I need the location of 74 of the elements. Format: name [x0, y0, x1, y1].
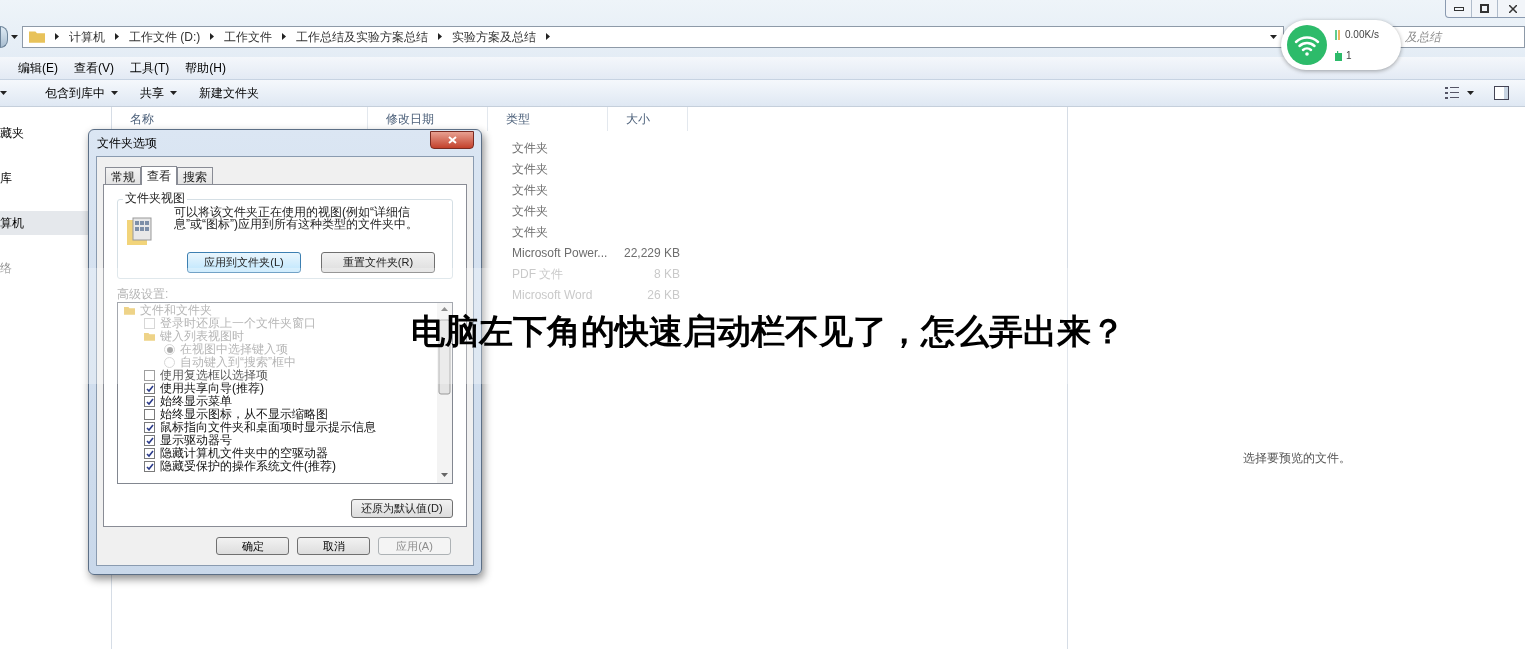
menu-item[interactable]: 查看(V) — [74, 59, 114, 77]
view-caret-icon — [1467, 91, 1474, 95]
chevron-icon — [210, 33, 215, 40]
preview-pane-icon[interactable] — [1494, 86, 1509, 100]
option-label: 鼠标指向文件夹和桌面项时显示提示信息 — [160, 421, 376, 434]
type-cell-text: 文件夹 — [511, 160, 549, 178]
option-label: 隐藏受保护的操作系统文件(推荐) — [160, 460, 336, 473]
wifi-icon — [1287, 25, 1327, 65]
group-title: 文件夹视图 — [123, 191, 187, 205]
preview-message: 选择要预览的文件。 — [1242, 450, 1351, 467]
option-label: 始终显示菜单 — [160, 395, 232, 408]
organize-caret-icon — [0, 91, 7, 95]
chevron-icon — [438, 33, 443, 40]
tab[interactable]: 搜索 — [177, 167, 213, 184]
option-label: 使用复选框以选择项 — [160, 369, 268, 382]
option-label: 键入列表视图时 — [160, 330, 244, 343]
device-icon — [1335, 50, 1342, 61]
back-button[interactable] — [0, 25, 8, 48]
column-header[interactable]: 类型 — [488, 107, 608, 131]
view-list-icon[interactable] — [1445, 87, 1459, 99]
toolbar-button[interactable]: 新建文件夹 — [191, 84, 267, 102]
breadcrumb[interactable]: 工作文件 (D:) — [129, 27, 201, 46]
address-history-caret-icon — [1270, 34, 1277, 39]
breadcrumb[interactable]: 实验方案及总结 — [452, 27, 537, 46]
chevron-icon — [55, 33, 59, 40]
device-count: 1 — [1346, 49, 1352, 63]
option-label: 在视图中选择键入项 — [180, 343, 288, 356]
type-cell-text: Microsoft Power... — [511, 244, 608, 262]
tab[interactable]: 常规 — [105, 167, 141, 184]
size-cell-text: 22,229 KB — [622, 244, 681, 262]
menu-item[interactable]: 工具(T) — [130, 59, 170, 77]
banner-title: 电脑左下角的快速启动栏不见了，怎么弄出来？ — [410, 310, 1125, 352]
toolbar-button[interactable]: 包含到库中 — [37, 84, 126, 102]
restore-defaults-button[interactable]: 还原为默认值(D) — [351, 499, 453, 518]
menu-item[interactable]: 编辑(E) — [18, 59, 58, 77]
caret-icon — [111, 91, 118, 95]
breadcrumb[interactable]: 工作总结及实验方案总结 — [296, 27, 429, 46]
dialog-button[interactable]: 取消 — [297, 537, 370, 555]
type-cell-text: 文件夹 — [511, 139, 549, 157]
menu-item[interactable]: 帮助(H) — [185, 59, 226, 77]
folder-view-button[interactable]: 重置文件夹(R) — [321, 252, 435, 273]
network-speed: 0.00K/s — [1345, 28, 1379, 42]
option-label: 隐藏计算机文件夹中的空驱动器 — [160, 447, 328, 460]
chevron-icon — [115, 33, 119, 40]
option-label: 始终显示图标，从不显示缩略图 — [160, 408, 328, 421]
breadcrumb[interactable]: 计算机 — [69, 27, 105, 46]
option-label: 自动键入到“搜索”框中 — [180, 356, 296, 369]
dialog-button[interactable]: 确定 — [216, 537, 289, 555]
close-icon — [447, 136, 457, 144]
breadcrumb[interactable]: 工作文件 — [224, 27, 273, 46]
folder-icon — [124, 306, 135, 315]
folder-icon — [29, 30, 45, 43]
recent-pages-caret-icon — [11, 34, 18, 39]
close-icon — [1509, 4, 1517, 13]
type-cell-text: 文件夹 — [511, 223, 549, 241]
type-cell-text: 文件夹 — [511, 202, 549, 220]
caret-icon — [170, 91, 177, 95]
folder-view-button[interactable]: 应用到文件夹(L) — [187, 252, 301, 273]
column-header[interactable]: 大小 — [608, 107, 688, 131]
type-cell-text: 文件夹 — [511, 181, 549, 199]
close-button[interactable] — [430, 131, 474, 149]
option-label: 使用共享向导(推荐) — [160, 382, 264, 395]
description-text: 可以将该文件夹正在使用的视图(例如“详细信息”或“图标”)应用到所有这种类型的文件夹中。 — [174, 206, 419, 230]
chevron-icon — [282, 33, 287, 40]
dialog-title: 文件夹选项 — [97, 135, 157, 152]
toolbar-button[interactable]: 共享 — [132, 84, 185, 102]
chevron-icon — [546, 33, 551, 40]
address-bar[interactable]: 计算机 工作文件 (D:) 工作文件 工作总结及实验方案总结 实验方案及总结 — [22, 25, 1284, 48]
option-label: 文件和文件夹 — [140, 304, 212, 317]
option-label: 显示驱动器号 — [160, 434, 232, 447]
advanced-settings-label: 高级设置: — [117, 287, 170, 301]
folder-view-icon — [126, 216, 154, 246]
folder-icon — [144, 332, 155, 341]
tab[interactable]: 查看 — [141, 166, 177, 185]
